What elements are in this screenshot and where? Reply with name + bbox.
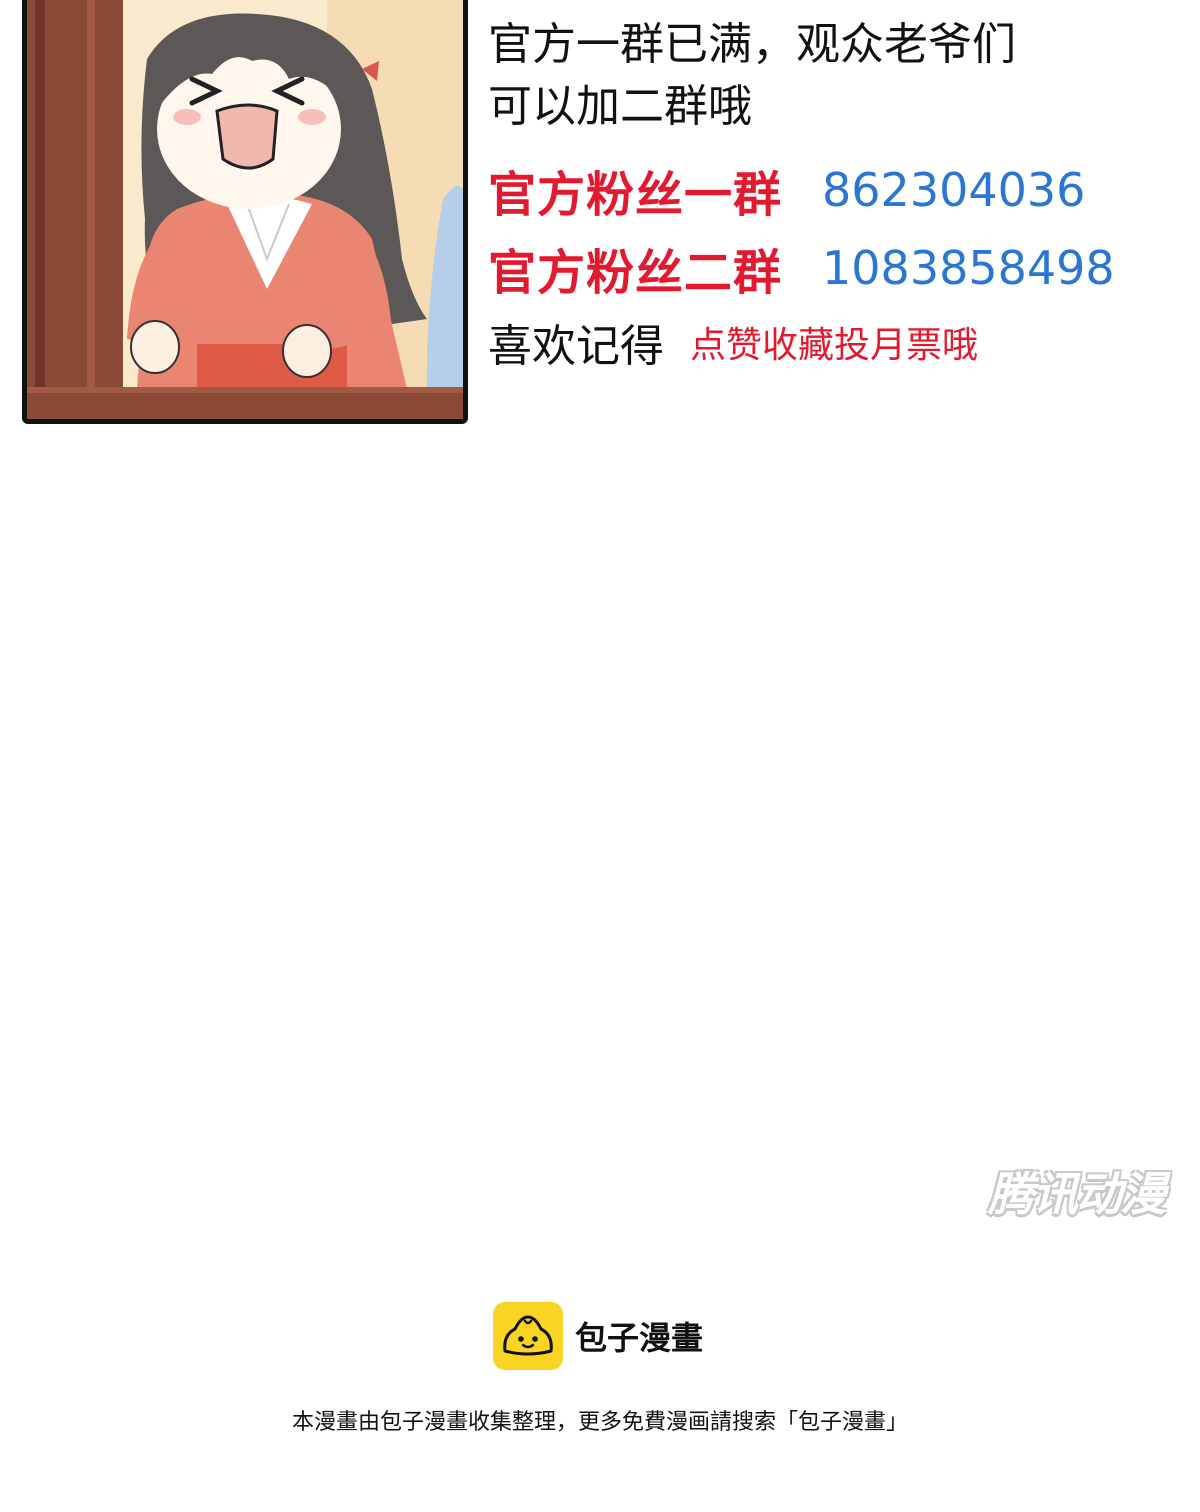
intro-line-1: 官方一群已满，观众老爷们 (488, 19, 1016, 70)
reminder-action: 点赞收藏投月票哦 (690, 325, 979, 366)
fan-group-1-label: 官方粉丝一群 (488, 167, 783, 223)
fan-group-2-number[interactable]: 1083858498 (822, 241, 1115, 295)
bun-face-icon (493, 1302, 563, 1370)
fan-group-info: 官方一群已满，观众老爷们 可以加二群哦 官方粉丝一群 862304036 官方粉… (488, 14, 1178, 374)
reminder-label: 喜欢记得 (488, 321, 664, 372)
bun-face-icon-svg (503, 1315, 553, 1356)
reminder-row: 喜欢记得 点赞收藏投月票哦 (488, 310, 1178, 374)
brand-name: 包子漫畫 (575, 1319, 704, 1357)
fan-group-2-label: 官方粉丝二群 (488, 245, 783, 301)
intro-line-2: 可以加二群哦 (488, 81, 752, 132)
fan-group-row-2: 官方粉丝二群 1083858498 (488, 230, 1178, 306)
source-notice: 本漫畫由包子漫畫收集整理，更多免費漫画請搜索「包子漫畫」 (291, 1410, 908, 1435)
brand-link[interactable]: 包子漫畫 (493, 1302, 703, 1370)
tencent-comic-watermark: 腾讯动漫 (988, 1167, 1166, 1221)
comic-panel (22, 0, 468, 424)
fan-group-row-1: 官方粉丝一群 862304036 (488, 152, 1178, 228)
crying-girl-illustration (27, 0, 463, 419)
fan-group-1-number[interactable]: 862304036 (822, 163, 1085, 217)
